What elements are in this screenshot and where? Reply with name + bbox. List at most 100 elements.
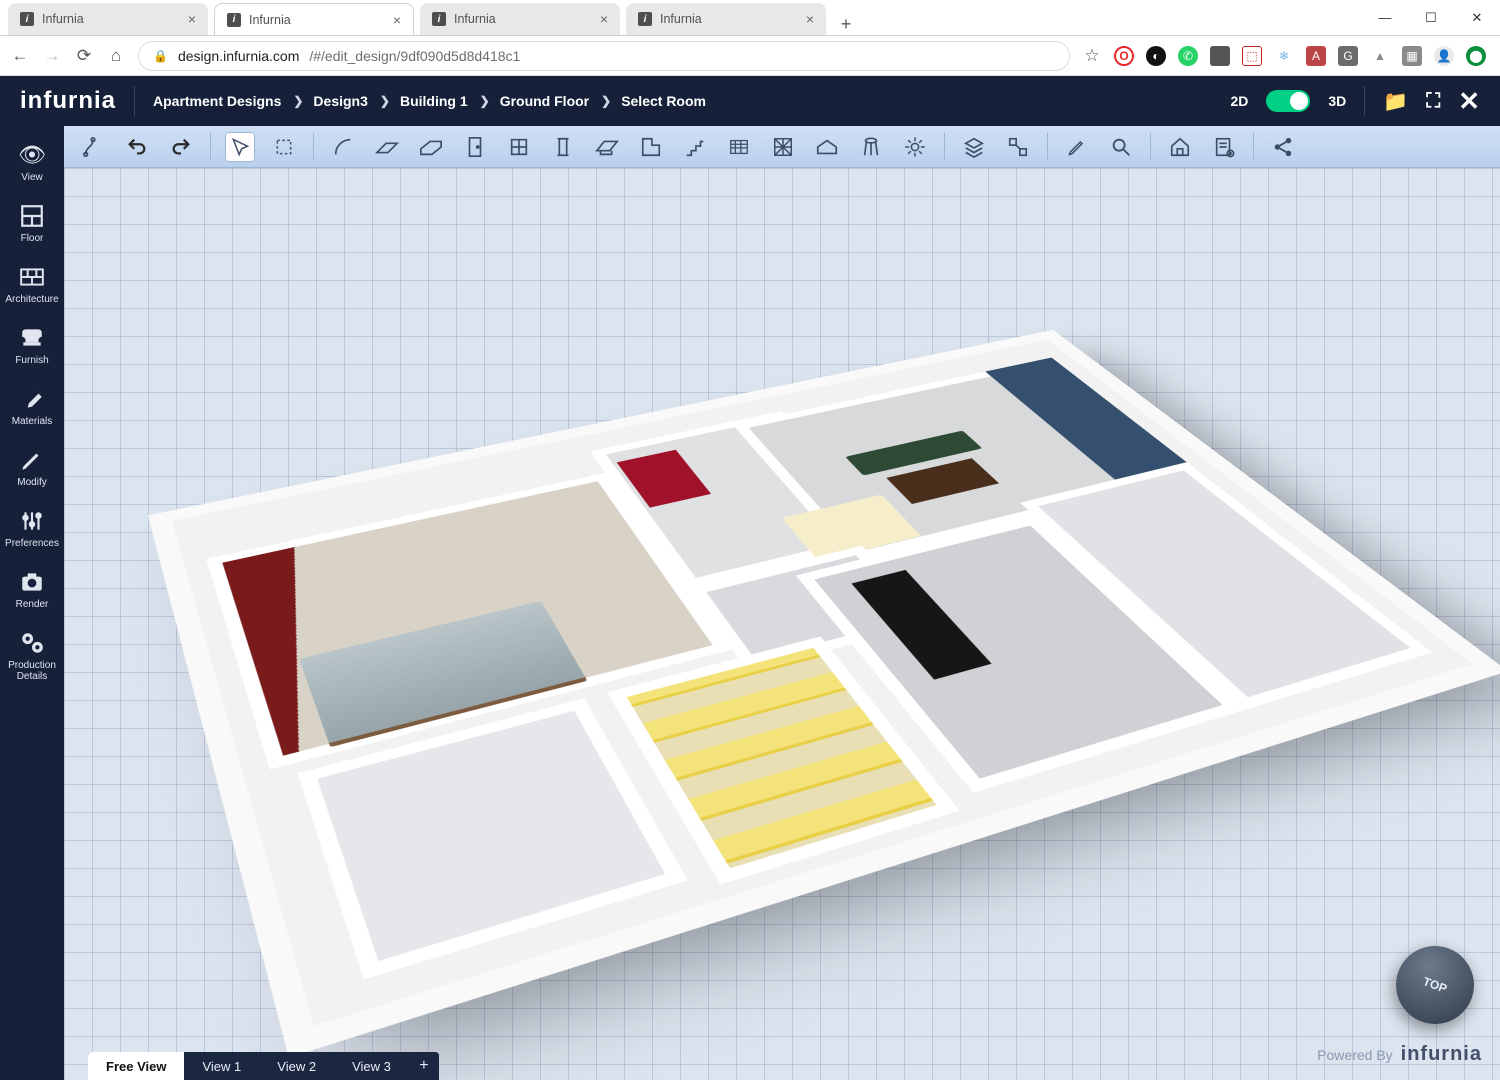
bookmark-star-icon[interactable]: ☆ [1082, 46, 1102, 66]
browser-tab[interactable]: i Infurnia × [626, 3, 826, 35]
tab-close-icon[interactable]: × [393, 12, 401, 28]
marquee-tool-icon[interactable] [269, 132, 299, 162]
browser-tab[interactable]: i Infurnia × [8, 3, 208, 35]
tab-close-icon[interactable]: × [600, 11, 608, 27]
breadcrumb-item[interactable]: Design3❯ [313, 93, 396, 109]
magnifier-icon[interactable] [1106, 132, 1136, 162]
rail-item-production[interactable]: Production Details [2, 622, 62, 690]
rail-item-modify[interactable]: Modify [2, 439, 62, 496]
workspace: 👁View Floor Architecture Furnish Materia… [0, 126, 1500, 1080]
lighting-tool-icon[interactable] [900, 132, 930, 162]
ext-opera-icon[interactable]: O [1114, 46, 1134, 66]
orientation-compass[interactable]: TOP [1396, 946, 1474, 1024]
arc-tool-icon[interactable] [328, 132, 358, 162]
ext-profile-icon[interactable]: 👤 [1434, 46, 1454, 66]
view-mode-3d-label: 3D [1328, 93, 1346, 109]
camera-icon [19, 569, 45, 595]
window-tool-icon[interactable] [504, 132, 534, 162]
redo-button[interactable] [166, 132, 196, 162]
furniture-tool-icon[interactable] [812, 132, 842, 162]
ext-whatsapp-icon[interactable]: ✆ [1178, 46, 1198, 66]
tab-title: Infurnia [660, 12, 798, 26]
column-tool-icon[interactable] [548, 132, 578, 162]
ext-pdf-icon[interactable]: A [1306, 46, 1326, 66]
window-minimize-button[interactable]: ― [1362, 0, 1408, 35]
breadcrumb-item[interactable]: Select Room [621, 93, 706, 109]
add-view-button[interactable]: + [409, 1052, 439, 1080]
rail-item-floor[interactable]: Floor [2, 195, 62, 252]
rail-item-view[interactable]: 👁View [2, 134, 62, 191]
tab-title: Infurnia [249, 13, 385, 27]
rail-item-preferences[interactable]: Preferences [2, 500, 62, 557]
ribbon-separator [1047, 133, 1048, 161]
new-tab-button[interactable]: + [832, 14, 860, 35]
notes-tool-icon[interactable] [1209, 132, 1239, 162]
tab-title: Infurnia [42, 12, 180, 26]
rail-item-furnish[interactable]: Furnish [2, 317, 62, 374]
view-tab[interactable]: View 3 [334, 1052, 409, 1080]
ext-grid-icon[interactable]: ▦ [1402, 46, 1422, 66]
tab-close-icon[interactable]: × [806, 11, 814, 27]
path-tool-icon[interactable] [78, 132, 108, 162]
floor-plan-3d[interactable] [172, 339, 1473, 1025]
window-maximize-button[interactable]: ☐ [1408, 0, 1454, 35]
stool-tool-icon[interactable] [856, 132, 886, 162]
ceiling-grid-icon[interactable] [724, 132, 754, 162]
ext-g-icon[interactable]: G [1338, 46, 1358, 66]
constraints-tool-icon[interactable] [1003, 132, 1033, 162]
pencil-icon [19, 447, 45, 473]
share-tool-icon[interactable] [1268, 132, 1298, 162]
ribbon-separator [1253, 133, 1254, 161]
browser-tab[interactable]: i Infurnia × [214, 3, 414, 35]
ext-generic-icon[interactable] [1210, 46, 1230, 66]
stairs-tool-icon[interactable] [680, 132, 710, 162]
door-tool-icon[interactable] [460, 132, 490, 162]
roof-tool-icon[interactable] [592, 132, 622, 162]
draw-pencil-icon[interactable] [1062, 132, 1092, 162]
nav-forward-button[interactable]: → [42, 46, 62, 66]
canvas-area: TOP Powered By infurnia Free View View 1… [64, 126, 1500, 1080]
tab-close-icon[interactable]: × [188, 11, 196, 27]
url-field[interactable]: 🔒 design.infurnia.com/#/edit_design/9df0… [138, 41, 1070, 71]
nav-back-button[interactable]: ← [10, 46, 30, 66]
breadcrumb-item[interactable]: Apartment Designs❯ [153, 93, 309, 109]
view-mode-toggle[interactable] [1266, 90, 1310, 112]
browser-titlebar: i Infurnia × i Infurnia × i Infurnia × i… [0, 0, 1500, 36]
ext-square-icon[interactable]: ⬚ [1242, 46, 1262, 66]
undo-button[interactable] [122, 132, 152, 162]
rail-item-architecture[interactable]: Architecture [2, 256, 62, 313]
tab-favicon: i [227, 13, 241, 27]
select-tool-icon[interactable] [225, 132, 255, 162]
nav-reload-button[interactable]: ⟳ [74, 46, 94, 66]
view-tab[interactable]: View 1 [184, 1052, 259, 1080]
ribbon-separator [1150, 133, 1151, 161]
tile-tool-icon[interactable] [768, 132, 798, 162]
breadcrumb-item[interactable]: Building 1❯ [400, 93, 496, 109]
wall-tool-icon[interactable] [372, 132, 402, 162]
tool-ribbon [64, 126, 1500, 168]
ext-snow-icon[interactable]: ❄ [1274, 46, 1294, 66]
window-close-button[interactable]: ✕ [1454, 0, 1500, 35]
home-tool-icon[interactable] [1165, 132, 1195, 162]
browser-tab[interactable]: i Infurnia × [420, 3, 620, 35]
app-logo[interactable]: infurnia [20, 87, 116, 115]
layers-tool-icon[interactable] [959, 132, 989, 162]
rail-label: Materials [12, 416, 53, 427]
breadcrumb-item[interactable]: Ground Floor❯ [500, 93, 618, 109]
ext-green-icon[interactable]: ⬤ [1466, 46, 1486, 66]
slab-tool-icon[interactable] [416, 132, 446, 162]
ext-dark-icon[interactable]: ◐ [1146, 46, 1166, 66]
rail-item-render[interactable]: Render [2, 561, 62, 618]
view-tab[interactable]: Free View [88, 1052, 184, 1080]
design-canvas[interactable]: TOP Powered By infurnia Free View View 1… [64, 168, 1500, 1080]
tab-favicon: i [432, 12, 446, 26]
ext-drive-icon[interactable]: ▲ [1370, 46, 1390, 66]
close-design-button[interactable]: ✕ [1458, 86, 1480, 117]
floor-shape-tool-icon[interactable] [636, 132, 666, 162]
fullscreen-icon[interactable]: ⛶ [1426, 90, 1440, 113]
folder-icon[interactable]: 📁 [1383, 89, 1408, 114]
rail-item-materials[interactable]: Materials [2, 378, 62, 435]
view-tab[interactable]: View 2 [259, 1052, 334, 1080]
nav-home-button[interactable]: ⌂ [106, 46, 126, 66]
rail-label: Modify [17, 477, 46, 488]
